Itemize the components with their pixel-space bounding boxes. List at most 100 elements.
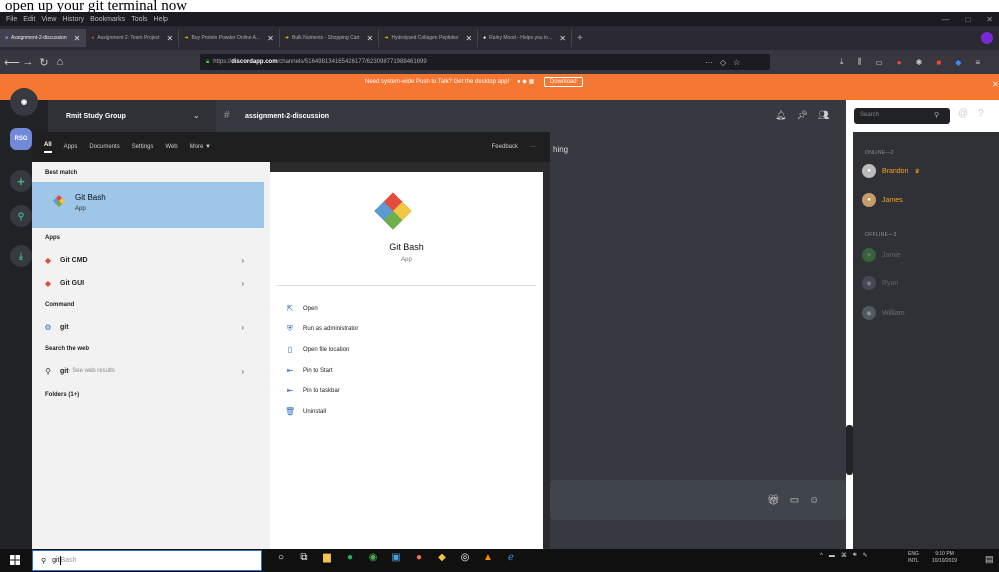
extension-icon[interactable]: ● [897, 58, 902, 67]
firefox-icon[interactable]: ● [413, 551, 425, 563]
chrome-icon[interactable]: ◉ [367, 551, 379, 563]
explore-servers-button[interactable]: ⚲ [10, 205, 32, 227]
notice-close-icon[interactable]: ✕ [992, 80, 999, 89]
minimize-icon[interactable]: — [941, 15, 949, 24]
maximize-icon[interactable]: □ [965, 15, 970, 24]
menu-view[interactable]: View [41, 16, 56, 23]
new-tab-button[interactable]: + [572, 29, 588, 47]
download-apps-button[interactable]: ⤓ [10, 245, 32, 267]
action-pin-to-start[interactable]: ⇤ Pin to Start [285, 366, 333, 375]
best-match-git-bash[interactable] [32, 182, 264, 228]
photos-icon[interactable]: ▣ [390, 551, 402, 563]
gift-icon[interactable]: 🎁︎ [767, 495, 780, 506]
tab-close-icon[interactable]: ✕ [167, 34, 174, 43]
library-icon[interactable]: ⫼ [858, 57, 862, 67]
more-actions-icon[interactable]: ··· [705, 58, 713, 67]
filter-tab-all[interactable]: All [44, 142, 52, 153]
download-icon[interactable]: ⤓ [840, 57, 844, 67]
member-jamie[interactable]: ✳ Jamie [862, 248, 901, 262]
vlc-icon[interactable]: ▲ [482, 551, 494, 563]
extension-icon[interactable]: ✱ [916, 58, 923, 67]
tab-close-icon[interactable]: ✕ [465, 34, 472, 43]
taskbar-search-input[interactable]: ⚲ git Bash [32, 550, 262, 571]
extension-icon[interactable]: ◆ [955, 58, 961, 67]
chevron-right-icon[interactable]: › [241, 323, 244, 332]
spotify-icon[interactable]: ● [344, 551, 356, 563]
network-icon[interactable]: ⌘ [841, 552, 847, 559]
home-icon[interactable]: ⌂ [52, 56, 68, 68]
menu-edit[interactable]: Edit [23, 16, 35, 23]
edge-icon[interactable]: ℯ [505, 551, 517, 563]
tab-protein-powder[interactable]: ➔ Buy Protein Powder Online A... ✕ [179, 29, 280, 47]
member-brandon[interactable]: ● Brandon ♛ [862, 164, 920, 178]
tab-close-icon[interactable]: ✕ [74, 34, 81, 43]
action-run-as-admin[interactable]: ⛨ Run as administrator [285, 324, 358, 334]
emoji-icon[interactable]: ☺ [809, 495, 819, 506]
menu-bookmarks[interactable]: Bookmarks [90, 16, 125, 23]
help-icon[interactable]: ? [978, 108, 984, 119]
tab-assignment-discussion[interactable]: ■ Assignment-2-discussion ✕ [0, 29, 87, 47]
notification-icon[interactable]: ▤ [985, 554, 994, 565]
menu-tools[interactable]: Tools [131, 16, 147, 23]
action-open-file-location[interactable]: ▯ Open file location [285, 345, 350, 354]
gif-icon[interactable]: ▭ [790, 495, 799, 506]
obs-icon[interactable]: ◎ [459, 551, 471, 563]
chat-scrollbar[interactable] [846, 425, 853, 475]
pen-icon[interactable]: ✎ [863, 552, 868, 559]
result-git-command[interactable]: ⚙ git › [42, 318, 264, 336]
action-open[interactable]: ⇱ Open [285, 304, 318, 313]
menu-help[interactable]: Help [154, 16, 168, 23]
chevron-down-icon[interactable]: ⌄ [193, 111, 200, 120]
menu-icon[interactable]: ≡ [975, 58, 980, 67]
close-icon[interactable]: ✕ [986, 15, 993, 24]
file-explorer-icon[interactable]: ▆ [321, 551, 333, 563]
bookmark-star-icon[interactable]: ☆ [733, 58, 740, 67]
mention-icon[interactable]: @ [958, 108, 968, 119]
chevron-right-icon[interactable]: › [241, 256, 244, 265]
back-icon[interactable]: ⟵ [4, 56, 20, 69]
tab-close-icon[interactable]: ✕ [559, 34, 566, 43]
input-language[interactable]: ENG INTL [908, 551, 919, 565]
tab-close-icon[interactable]: ✕ [367, 34, 374, 43]
forward-icon[interactable]: → [20, 56, 36, 68]
add-server-button[interactable]: + [10, 170, 32, 192]
menu-history[interactable]: History [62, 16, 84, 23]
cortana-icon[interactable]: ○ [275, 551, 287, 563]
server-icon-rsg[interactable]: RSG [10, 128, 32, 150]
action-pin-to-taskbar[interactable]: ⇤ Pin to taskbar [285, 386, 340, 395]
download-app-button[interactable]: Download [543, 77, 583, 87]
filter-tab-apps[interactable]: Apps [64, 144, 78, 150]
member-ryan[interactable]: ◉ Ryan [862, 276, 898, 290]
result-git-gui[interactable]: ◆ Git GUI › [42, 274, 264, 292]
member-william[interactable]: ◉ William [862, 306, 905, 320]
profile-avatar[interactable] [981, 32, 993, 44]
tab-collagen[interactable]: ➔ Hydrolysed Collagen Peptides ✕ [379, 29, 479, 47]
bell-icon[interactable]: 🔔︎ [775, 110, 786, 121]
windows-start-icon[interactable] [10, 555, 20, 565]
filter-tab-settings[interactable]: Settings [132, 144, 154, 150]
battery-icon[interactable]: ▬ [829, 553, 835, 559]
chevron-right-icon[interactable]: › [241, 279, 244, 288]
filter-tab-web[interactable]: Web [165, 144, 177, 150]
filter-tab-documents[interactable]: Documents [89, 144, 119, 150]
filter-tab-more[interactable]: More ▼ [190, 144, 211, 150]
pocket-icon[interactable]: ◇ [720, 58, 726, 67]
chevron-right-icon[interactable]: › [241, 367, 244, 376]
action-uninstall[interactable]: 🗑︎ Uninstall [285, 407, 326, 416]
volume-icon[interactable]: 🔊︎ [853, 552, 857, 559]
members-icon[interactable]: 👥︎ [818, 110, 829, 121]
git-taskbar-icon[interactable]: ◆ [436, 551, 448, 563]
member-james[interactable]: ● James [862, 193, 903, 207]
chevron-up-icon[interactable]: ^ [820, 553, 823, 559]
section-folders[interactable]: Folders (1+) [45, 392, 79, 398]
home-button[interactable]: ◉ [10, 88, 38, 116]
more-options-icon[interactable]: ··· [530, 144, 536, 150]
reload-icon[interactable]: ↻ [36, 56, 52, 69]
pin-icon[interactable]: 📌︎ [796, 110, 807, 121]
extension-icon[interactable]: ■ [936, 58, 941, 67]
tab-team-project[interactable]: ● Assignment 2: Team Project ✕ [86, 29, 180, 47]
feedback-link[interactable]: Feedback [492, 144, 518, 150]
task-view-icon[interactable]: ⧉ [298, 551, 310, 563]
result-git-cmd[interactable]: ◆ Git CMD › [42, 251, 264, 269]
sidebar-icon[interactable]: ▭ [875, 58, 883, 67]
